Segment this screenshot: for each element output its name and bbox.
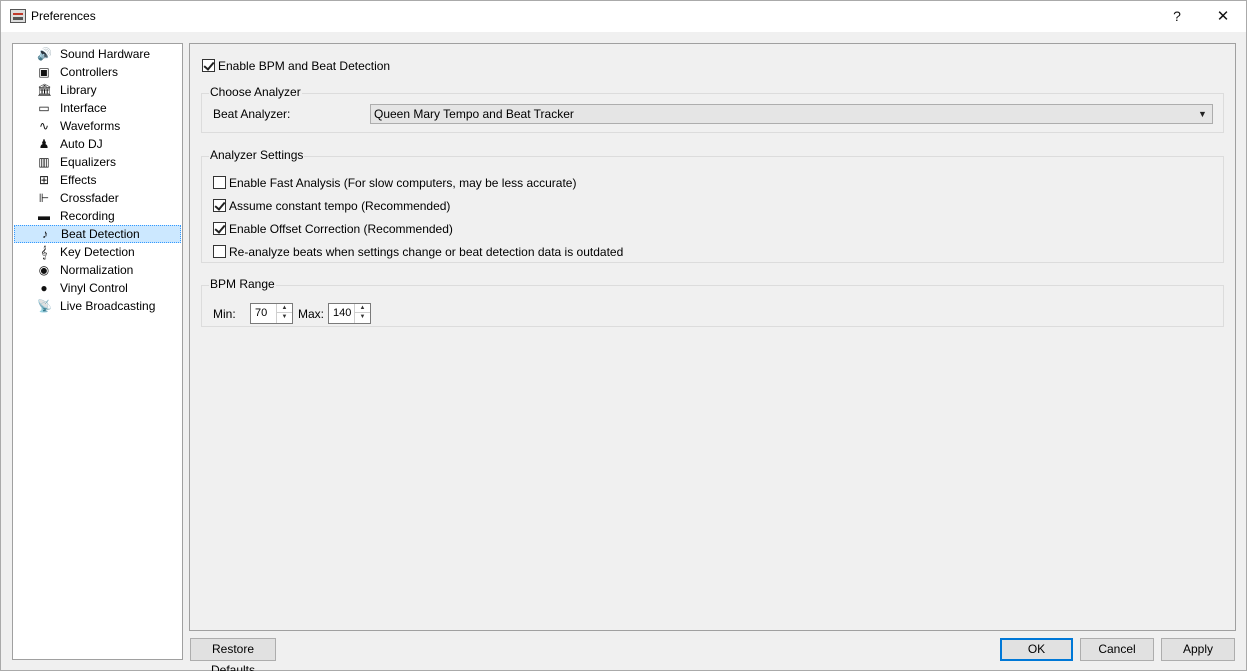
monitor-icon: ▭ (38, 101, 50, 115)
enable-bpm-row[interactable]: Enable BPM and Beat Detection (202, 57, 390, 73)
controller-icon: ▣ (38, 65, 50, 79)
android-icon: ♟ (38, 137, 50, 151)
crossfader-icon: ⊩ (38, 191, 50, 205)
reanalyze-row[interactable]: Re-analyze beats when settings change or… (213, 243, 623, 259)
restore-defaults-button[interactable]: Restore Defaults (190, 638, 276, 671)
sidebar-item-label: Crossfader (60, 191, 119, 205)
preferences-sidebar: 🔊 Sound Hardware ▣ Controllers 🏛 Library… (12, 43, 183, 660)
enable-bpm-label: Enable BPM and Beat Detection (218, 58, 391, 73)
fast-analysis-label: Enable Fast Analysis (For slow computers… (229, 175, 577, 190)
beat-analyzer-select[interactable]: Queen Mary Tempo and Beat Tracker ▼ (370, 104, 1213, 124)
sidebar-item-label: Effects (60, 173, 97, 187)
min-bpm-spinbox[interactable]: 70 ▲ ▼ (250, 303, 293, 324)
fast-analysis-row[interactable]: Enable Fast Analysis (For slow computers… (213, 174, 576, 190)
sidebar-item-controllers[interactable]: ▣ Controllers (14, 63, 181, 81)
sidebar-item-key-detection[interactable]: 𝄞 Key Detection (14, 243, 181, 261)
sidebar-item-recording[interactable]: ▬ Recording (14, 207, 181, 225)
sidebar-item-interface[interactable]: ▭ Interface (14, 99, 181, 117)
ok-button[interactable]: OK (1000, 638, 1073, 661)
constant-tempo-row[interactable]: Assume constant tempo (Recommended) (213, 197, 450, 213)
sidebar-item-label: Library (60, 83, 97, 97)
chevron-up-icon[interactable]: ▲ (355, 304, 370, 313)
offset-correction-checkbox[interactable] (213, 222, 226, 236)
enable-bpm-checkbox[interactable] (202, 59, 215, 73)
recording-icon: ▬ (38, 209, 50, 223)
effects-icon: ⊞ (38, 173, 50, 187)
chevron-down-icon[interactable]: ▼ (277, 313, 292, 322)
min-label: Min: (213, 307, 236, 321)
sidebar-item-waveforms[interactable]: ∿ Waveforms (14, 117, 181, 135)
sidebar-item-sound-hardware[interactable]: 🔊 Sound Hardware (14, 45, 181, 63)
constant-tempo-label: Assume constant tempo (Recommended) (229, 198, 451, 213)
bpm-range-title: BPM Range (209, 277, 276, 291)
sidebar-item-label: Auto DJ (60, 137, 103, 151)
max-label: Max: (298, 307, 325, 321)
sidebar-item-library[interactable]: 🏛 Library (14, 81, 181, 99)
sidebar-item-label: Key Detection (60, 245, 135, 259)
analyzer-settings-group: Analyzer Settings Enable Fast Analysis (… (201, 148, 1224, 263)
reanalyze-checkbox[interactable] (213, 245, 226, 259)
sidebar-item-label: Equalizers (60, 155, 117, 169)
beat-detection-panel: Enable BPM and Beat Detection Choose Ana… (189, 43, 1236, 631)
speaker-icon: 🔊 (37, 47, 52, 61)
chevron-up-icon[interactable]: ▲ (277, 304, 292, 313)
chevron-down-icon[interactable]: ▼ (355, 313, 370, 322)
sidebar-item-label: Beat Detection (61, 227, 140, 241)
sidebar-item-label: Normalization (60, 263, 134, 277)
sidebar-item-effects[interactable]: ⊞ Effects (14, 171, 181, 189)
equalizer-icon: ▥ (38, 155, 50, 169)
vinyl-icon: ● (40, 281, 48, 295)
sidebar-item-equalizers[interactable]: ▥ Equalizers (14, 153, 181, 171)
sidebar-item-label: Sound Hardware (60, 47, 151, 61)
close-button[interactable]: ✕ (1200, 1, 1246, 32)
choose-analyzer-group: Choose Analyzer Beat Analyzer: Queen Mar… (201, 85, 1224, 133)
max-bpm-spinbox[interactable]: 140 ▲ ▼ (328, 303, 371, 324)
app-icon (10, 9, 26, 23)
apply-button[interactable]: Apply (1161, 638, 1235, 661)
min-bpm-value: 70 (255, 307, 268, 319)
fast-analysis-checkbox[interactable] (213, 176, 226, 190)
beat-analyzer-value: Queen Mary Tempo and Beat Tracker (374, 107, 574, 121)
help-button[interactable]: ? (1154, 1, 1200, 32)
window-title: Preferences (31, 9, 96, 23)
analyzer-settings-title: Analyzer Settings (209, 148, 305, 162)
max-bpm-stepper[interactable]: ▲ ▼ (354, 304, 370, 323)
sidebar-item-vinyl-control[interactable]: ● Vinyl Control (14, 279, 181, 297)
metronome-icon: ♪ (42, 227, 48, 241)
satellite-dish-icon: 📡 (37, 299, 52, 313)
treble-clef-icon: 𝄞 (40, 245, 48, 259)
min-bpm-stepper[interactable]: ▲ ▼ (276, 304, 292, 323)
sidebar-item-live-broadcasting[interactable]: 📡 Live Broadcasting (14, 297, 181, 315)
waveform-icon: ∿ (38, 119, 50, 133)
sidebar-item-auto-dj[interactable]: ♟ Auto DJ (14, 135, 181, 153)
sidebar-item-label: Waveforms (60, 119, 121, 133)
sidebar-item-label: Interface (60, 101, 107, 115)
cancel-button[interactable]: Cancel (1080, 638, 1154, 661)
sidebar-item-label: Live Broadcasting (60, 299, 156, 313)
library-icon: 🏛 (37, 83, 53, 97)
bpm-range-group: BPM Range Min: 70 ▲ ▼ Max: 140 ▲ ▼ (201, 277, 1224, 327)
beat-analyzer-label: Beat Analyzer: (213, 107, 291, 121)
sidebar-item-label: Vinyl Control (60, 281, 128, 295)
sidebar-item-crossfader[interactable]: ⊩ Crossfader (14, 189, 181, 207)
sidebar-item-label: Controllers (60, 65, 119, 79)
chevron-down-icon: ▼ (1198, 109, 1207, 119)
sidebar-item-label: Recording (60, 209, 115, 223)
offset-correction-row[interactable]: Enable Offset Correction (Recommended) (213, 220, 453, 236)
sidebar-item-normalization[interactable]: ◉ Normalization (14, 261, 181, 279)
max-bpm-value: 140 (333, 307, 352, 319)
normalization-icon: ◉ (38, 263, 50, 277)
constant-tempo-checkbox[interactable] (213, 199, 226, 213)
reanalyze-label: Re-analyze beats when settings change or… (229, 244, 624, 259)
title-bar: Preferences ? ✕ (1, 1, 1246, 32)
offset-correction-label: Enable Offset Correction (Recommended) (229, 221, 453, 236)
preferences-window: Preferences ? ✕ 🔊 Sound Hardware ▣ Contr… (0, 0, 1247, 671)
sidebar-item-beat-detection[interactable]: ♪ Beat Detection (14, 225, 181, 243)
choose-analyzer-title: Choose Analyzer (209, 85, 302, 99)
